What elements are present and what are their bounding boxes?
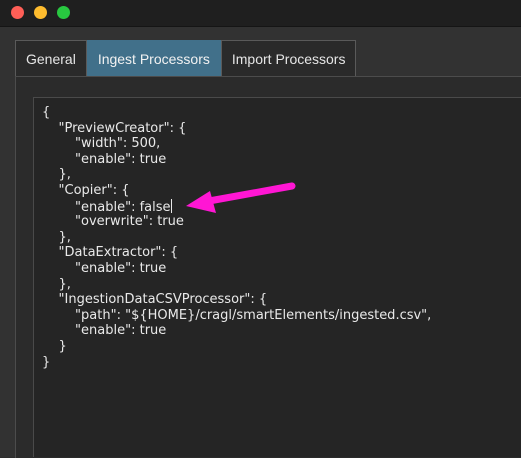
zoom-window-button[interactable] xyxy=(57,6,70,19)
tab-bar: General Ingest Processors Import Process… xyxy=(15,40,357,77)
code-line: }, xyxy=(42,229,71,245)
code-line: "enable": true xyxy=(42,323,167,339)
minimize-window-button[interactable] xyxy=(34,6,47,19)
code-line: "IngestionDataCSVProcessor": { xyxy=(42,292,268,308)
code-line: "enable": true xyxy=(42,260,167,276)
code-line: } xyxy=(42,354,51,370)
code-line: { xyxy=(42,105,51,120)
code-line: "path": "${HOME}/cragl/smartElements/ing… xyxy=(42,307,432,323)
json-editor[interactable]: { "PreviewCreator": { "width": 500, "ena… xyxy=(33,97,521,457)
tab-import-processors[interactable]: Import Processors xyxy=(220,40,357,76)
code-line: "DataExtractor": { xyxy=(42,245,179,261)
code-line: "width": 500, xyxy=(42,136,161,152)
tab-ingest-processors[interactable]: Ingest Processors xyxy=(86,40,221,76)
window-titlebar xyxy=(0,0,521,27)
code-line: } xyxy=(42,338,67,354)
code-line: "enable": true xyxy=(42,151,167,167)
close-window-button[interactable] xyxy=(11,6,24,19)
code-line: }, xyxy=(42,276,71,292)
tab-general[interactable]: General xyxy=(15,40,87,76)
code-line-text: "enable": false xyxy=(42,199,171,215)
annotation-arrow-icon xyxy=(186,182,296,213)
code-line: "PreviewCreator": { xyxy=(42,120,187,136)
json-text: { "PreviewCreator": { "width": 500, "ena… xyxy=(42,105,431,370)
